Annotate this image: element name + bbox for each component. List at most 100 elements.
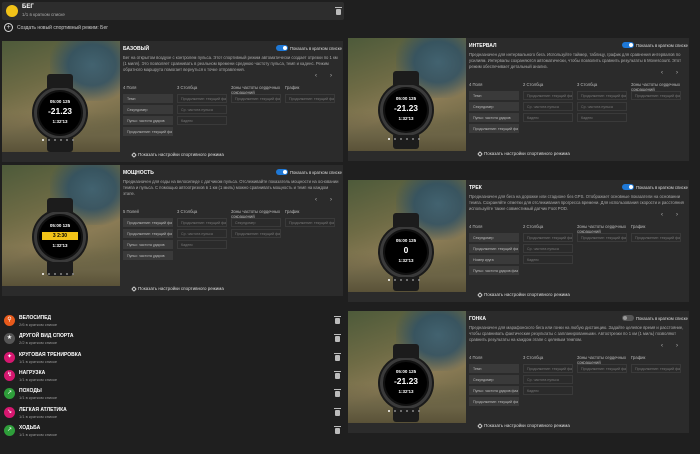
sport-row-hiking[interactable]: ↗ ПОХОДЫ 1/1 в кратком списке xyxy=(4,387,344,401)
display-field-slot[interactable]: Ср. частота пульса xyxy=(523,375,573,384)
page-dot[interactable] xyxy=(388,410,390,412)
trash-icon[interactable] xyxy=(334,389,341,398)
display-field-slot[interactable]: Пульс: частота ударов xyxy=(123,116,173,125)
page-dot[interactable] xyxy=(54,273,56,275)
display-field-slot[interactable]: Продолжение: текущий фаз... xyxy=(523,233,573,242)
display-field-slot[interactable]: Продолжение: текущий фаз... xyxy=(631,91,681,100)
display-field-slot[interactable]: Продолжение: текущий фаз... xyxy=(577,91,627,100)
trash-icon[interactable] xyxy=(334,316,341,324)
display-field-slot[interactable]: Продолжение: текущий фаз... xyxy=(285,94,335,103)
show-mode-settings-link[interactable]: Показать настройки спортивного режима xyxy=(477,292,570,298)
display-field-slot[interactable]: Темп xyxy=(123,94,173,103)
page-dot[interactable] xyxy=(412,410,414,412)
display-field-slot[interactable]: Пульс: частота ударов xyxy=(123,251,173,260)
page-dot[interactable] xyxy=(394,410,396,412)
page-dot[interactable] xyxy=(418,279,420,281)
display-field-slot[interactable]: Пульс: частота ударов xyxy=(123,240,173,249)
show-mode-settings-link[interactable]: Показать настройки спортивного режима xyxy=(477,423,570,429)
arrow-left-icon[interactable]: ‹ xyxy=(661,70,663,76)
page-dot[interactable] xyxy=(60,273,62,275)
sport-row-walking[interactable]: ↗ ХОДЬБА 1/1 в кратком списке xyxy=(4,424,344,438)
page-dot[interactable] xyxy=(48,273,50,275)
display-field-slot[interactable]: Секундомер xyxy=(469,102,519,111)
display-field-slot[interactable]: Номер круга xyxy=(469,255,519,264)
arrow-right-icon[interactable]: › xyxy=(330,73,332,79)
display-field-slot[interactable]: Продолжение: текущий фаз... xyxy=(177,94,227,103)
display-field-slot[interactable]: Секундомер xyxy=(469,233,519,242)
page-dot[interactable] xyxy=(72,139,74,141)
display-field-slot[interactable]: Ср. частота пульса xyxy=(523,244,573,253)
page-dot[interactable] xyxy=(412,138,414,140)
display-field-slot[interactable]: Продолжение: текущий фаз... xyxy=(123,127,173,136)
quick-list-toggle[interactable] xyxy=(276,45,288,51)
display-field-slot[interactable]: Секундомер xyxy=(469,375,519,384)
page-dot[interactable] xyxy=(406,410,408,412)
page-dot[interactable] xyxy=(412,279,414,281)
display-field-slot[interactable]: Продолжение: текущий фаз... xyxy=(469,244,519,253)
arrow-left-icon[interactable]: ‹ xyxy=(315,197,317,203)
display-field-slot[interactable]: Продолжение: текущий фаз... xyxy=(285,218,335,227)
display-field-slot[interactable]: Каденс xyxy=(523,255,573,264)
display-field-slot[interactable]: Каденс xyxy=(177,116,227,125)
display-field-slot[interactable]: Продолжение: текущий фаз... xyxy=(231,94,281,103)
page-dot[interactable] xyxy=(42,273,44,275)
display-field-slot[interactable]: Продолжение: текущий фаз... xyxy=(577,364,627,373)
trash-icon[interactable] xyxy=(334,407,341,416)
display-field-slot[interactable]: Продолжение: текущий фаз... xyxy=(523,364,573,373)
display-field-slot[interactable]: Пульс: частота ударов фаз... xyxy=(469,266,519,275)
page-dot[interactable] xyxy=(54,139,56,141)
quick-list-toggle[interactable] xyxy=(622,42,634,48)
display-field-slot[interactable]: Каденс xyxy=(177,240,227,249)
display-field-slot[interactable]: Каденс xyxy=(577,113,627,122)
page-dot[interactable] xyxy=(388,138,390,140)
display-field-slot[interactable]: Ср. частота пульса xyxy=(177,105,227,114)
arrow-right-icon[interactable]: › xyxy=(330,197,332,203)
arrow-right-icon[interactable]: › xyxy=(676,343,678,349)
display-field-slot[interactable]: Продолжение: текущий фаз... xyxy=(469,397,519,406)
page-dot[interactable] xyxy=(406,279,408,281)
quick-list-toggle[interactable] xyxy=(622,315,634,321)
display-field-slot[interactable]: Каденс xyxy=(523,386,573,395)
display-field-slot[interactable]: Продолжение: текущий фаз... xyxy=(123,218,173,227)
page-dot[interactable] xyxy=(42,139,44,141)
display-field-slot[interactable]: Темп xyxy=(469,91,519,100)
display-field-slot[interactable]: Продолжение: текущий фаз... xyxy=(177,218,227,227)
sport-row-star[interactable]: ★ ДРУГОЙ ВИД СПОРТА 2/2 в кратком списке xyxy=(4,332,344,346)
page-dot[interactable] xyxy=(66,139,68,141)
display-field-slot[interactable]: Пульс: частота ударов xyxy=(469,113,519,122)
show-mode-settings-link[interactable]: Показать настройки спортивного режима xyxy=(131,286,224,292)
page-dot[interactable] xyxy=(394,279,396,281)
create-sport-mode-button[interactable]: + Создать новый спортивный режим: Бег xyxy=(4,23,344,33)
trash-icon[interactable] xyxy=(334,334,341,343)
page-dot[interactable] xyxy=(400,138,402,140)
trash-icon[interactable] xyxy=(334,425,341,434)
display-field-slot[interactable]: Секундомер xyxy=(231,218,281,227)
display-field-slot[interactable]: Продолжение: текущий фаз... xyxy=(123,229,173,238)
display-field-slot[interactable]: Каденс xyxy=(523,113,573,122)
trash-icon[interactable] xyxy=(334,370,341,379)
sport-row-weight[interactable]: ↯ НАГРУЗКА 1/1 в кратком списке xyxy=(4,369,344,383)
page-dot[interactable] xyxy=(388,279,390,281)
page-dot[interactable] xyxy=(72,273,74,275)
display-field-slot[interactable]: Ср. частота пульса xyxy=(177,229,227,238)
display-field-slot[interactable]: Продолжение: текущий фаз... xyxy=(231,229,281,238)
display-field-slot[interactable]: Продолжение: текущий фаз... xyxy=(469,124,519,133)
display-field-slot[interactable]: Пульс: частота ударов фаз... xyxy=(469,386,519,395)
sport-row-dumbbell[interactable]: ✦ КРУГОВАЯ ТРЕНИРОВКА 1/1 в кратком списке xyxy=(4,351,344,365)
display-field-slot[interactable]: Секундомер xyxy=(123,105,173,114)
display-field-slot[interactable]: Ср. частота пульса xyxy=(523,102,573,111)
arrow-left-icon[interactable]: ‹ xyxy=(315,73,317,79)
page-dot[interactable] xyxy=(394,138,396,140)
display-field-slot[interactable]: Ср. частота пульса xyxy=(577,102,627,111)
page-dot[interactable] xyxy=(60,139,62,141)
show-mode-settings-link[interactable]: Показать настройки спортивного режима xyxy=(477,151,570,157)
quick-list-toggle[interactable] xyxy=(622,184,634,190)
page-dot[interactable] xyxy=(406,138,408,140)
display-field-slot[interactable]: Продолжение: текущий фаз... xyxy=(523,91,573,100)
page-dot[interactable] xyxy=(418,410,420,412)
sport-row-athletics[interactable]: ↘ ЛЕГКАЯ АТЛЕТИКА 1/1 в кратком списке xyxy=(4,406,344,420)
arrow-right-icon[interactable]: › xyxy=(676,212,678,218)
trash-icon[interactable] xyxy=(335,7,342,15)
page-dot[interactable] xyxy=(400,410,402,412)
show-mode-settings-link[interactable]: Показать настройки спортивного режима xyxy=(131,152,224,158)
